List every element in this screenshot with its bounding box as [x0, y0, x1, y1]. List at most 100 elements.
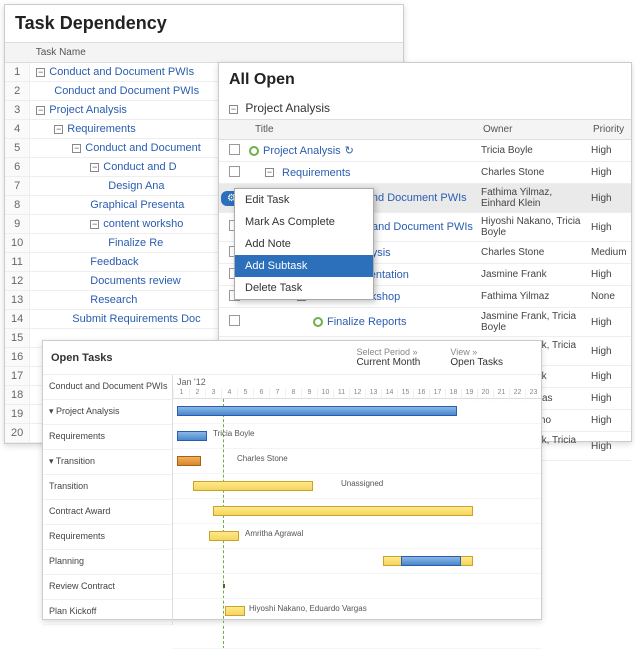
gantt-task-label[interactable]: ▾ Project Analysis	[43, 400, 172, 425]
view-selector[interactable]: View » Open Tasks	[450, 347, 503, 368]
refresh-icon[interactable]: ↻	[345, 144, 354, 157]
gantt-task-label[interactable]: Review Contract	[43, 575, 172, 600]
task-name: Feedback	[90, 256, 138, 268]
collapse-icon[interactable]: −	[229, 105, 238, 114]
priority-cell: High	[587, 266, 631, 283]
priority-cell: High	[587, 438, 631, 455]
menu-item-add-subtask[interactable]: Add Subtask	[235, 255, 373, 277]
checkbox[interactable]	[229, 315, 240, 326]
priority-cell: High	[587, 314, 631, 331]
row-number: 17	[5, 367, 30, 386]
gantt-task-label[interactable]: Requirements	[43, 525, 172, 550]
gantt-row: Hiyoshi Nakano, Eduardo Vargas	[173, 599, 541, 624]
gantt-row: Amritha Agrawal	[173, 524, 541, 549]
all-open-header: Title Owner Priority	[219, 119, 631, 140]
collapse-icon[interactable]: −	[90, 163, 99, 172]
task-row[interactable]: −Requirements Charles StoneHigh	[219, 162, 631, 184]
task-title: Finalize Reports	[327, 316, 406, 328]
task-context-menu: Edit TaskMark As CompleteAdd NoteAdd Sub…	[234, 188, 374, 300]
period-selector[interactable]: Select Period » Current Month	[356, 347, 420, 368]
priority-cell: High	[587, 142, 631, 159]
task-row[interactable]: Finalize Reports Jasmine Frank, Tricia Bo…	[219, 308, 631, 337]
gantt-task-label[interactable]: Transition	[43, 475, 172, 500]
priority-cell: High	[587, 412, 631, 429]
collapse-icon[interactable]: −	[90, 220, 99, 229]
gantt-row: Charles Stone	[173, 449, 541, 474]
gantt-task-label[interactable]: Requirements	[43, 425, 172, 450]
owner-cell: Tricia Boyle	[477, 142, 587, 159]
gantt-bar[interactable]	[223, 584, 225, 588]
gantt-bar[interactable]	[213, 506, 473, 516]
priority-cell: High	[587, 219, 631, 236]
task-name: content worksho	[103, 218, 183, 230]
task-name: Finalize Re	[108, 237, 163, 249]
task-name: Conduct and D	[103, 161, 176, 173]
priority-cell: High	[587, 390, 631, 407]
gantt-title: Open Tasks	[51, 352, 113, 364]
row-number: 11	[5, 253, 30, 272]
collapse-icon[interactable]: −	[54, 125, 63, 134]
checkbox[interactable]	[229, 166, 240, 177]
gantt-bar-label: Unassigned	[341, 479, 383, 488]
collapse-icon[interactable]: −	[72, 144, 81, 153]
root-node[interactable]: − Project Analysis	[219, 97, 631, 119]
row-number: 12	[5, 272, 30, 291]
gantt-month: Jan '12	[173, 375, 541, 389]
gantt-bar-label: Amritha Agrawal	[245, 529, 303, 538]
gantt-row	[173, 399, 541, 424]
task-name: Graphical Presenta	[90, 199, 184, 211]
task-dependency-title: Task Dependency	[5, 5, 403, 42]
gantt-bar[interactable]	[177, 406, 457, 416]
task-name: Conduct and Document PWIs	[49, 66, 194, 78]
gantt-bar[interactable]	[193, 481, 313, 491]
owner-cell: Jasmine Frank, Tricia Boyle	[477, 308, 587, 336]
row-number: 18	[5, 386, 30, 405]
gantt-bar[interactable]	[401, 556, 461, 566]
task-name: Conduct and Document PWIs	[54, 85, 199, 97]
gantt-bar[interactable]	[225, 606, 245, 616]
status-icon	[313, 317, 323, 327]
task-row[interactable]: Project Analysis ↻ Tricia BoyleHigh	[219, 140, 631, 162]
task-title: Project Analysis	[263, 145, 341, 157]
menu-item-delete-task[interactable]: Delete Task	[235, 277, 373, 299]
status-icon	[249, 146, 259, 156]
row-number: 8	[5, 196, 30, 215]
task-name: Documents review	[90, 275, 180, 287]
collapse-icon[interactable]: −	[265, 168, 274, 177]
gantt-row: Unassigned	[173, 474, 541, 499]
row-number: 16	[5, 348, 30, 367]
checkbox[interactable]	[229, 144, 240, 155]
gantt-task-label[interactable]: Contract Award	[43, 500, 172, 525]
gantt-bar[interactable]	[209, 531, 239, 541]
gantt-task-label[interactable]: Planning	[43, 550, 172, 575]
owner-cell: Hiyoshi Nakano, Tricia Boyle	[477, 213, 587, 241]
row-number: 5	[5, 139, 30, 158]
gantt-row: Tricia Boyle	[173, 424, 541, 449]
gantt-bar-label: Hiyoshi Nakano, Eduardo Vargas	[249, 604, 367, 613]
row-number: 2	[5, 82, 30, 101]
task-title: Requirements	[282, 167, 350, 179]
gantt-row	[173, 574, 541, 599]
collapse-icon[interactable]: −	[36, 68, 45, 77]
gantt-bar[interactable]	[177, 456, 201, 466]
task-name: Research	[90, 294, 137, 306]
menu-item-edit-task[interactable]: Edit Task	[235, 189, 373, 211]
priority-cell: None	[587, 288, 631, 305]
owner-cell: Fathima Yilmaz, Einhard Klein	[477, 184, 587, 212]
row-number: 13	[5, 291, 30, 310]
gantt-task-label[interactable]: ▾ Transition	[43, 450, 172, 475]
collapse-icon[interactable]: −	[36, 106, 45, 115]
menu-item-mark-as-complete[interactable]: Mark As Complete	[235, 211, 373, 233]
gantt-task-label[interactable]: Plan Kickoff	[43, 600, 172, 625]
menu-item-add-note[interactable]: Add Note	[235, 233, 373, 255]
all-open-title: All Open	[219, 63, 631, 97]
gantt-task-label[interactable]: Conduct and Document PWIs	[43, 375, 172, 400]
gantt-bar[interactable]	[177, 431, 207, 441]
owner-cell: Fathima Yilmaz	[477, 288, 587, 305]
task-name: Project Analysis	[49, 104, 127, 116]
gantt-panel: Open Tasks Select Period » Current Month…	[42, 340, 542, 620]
owner-cell: Charles Stone	[477, 164, 587, 181]
priority-cell: High	[587, 164, 631, 181]
row-number: 10	[5, 234, 30, 253]
row-number: 15	[5, 329, 30, 348]
